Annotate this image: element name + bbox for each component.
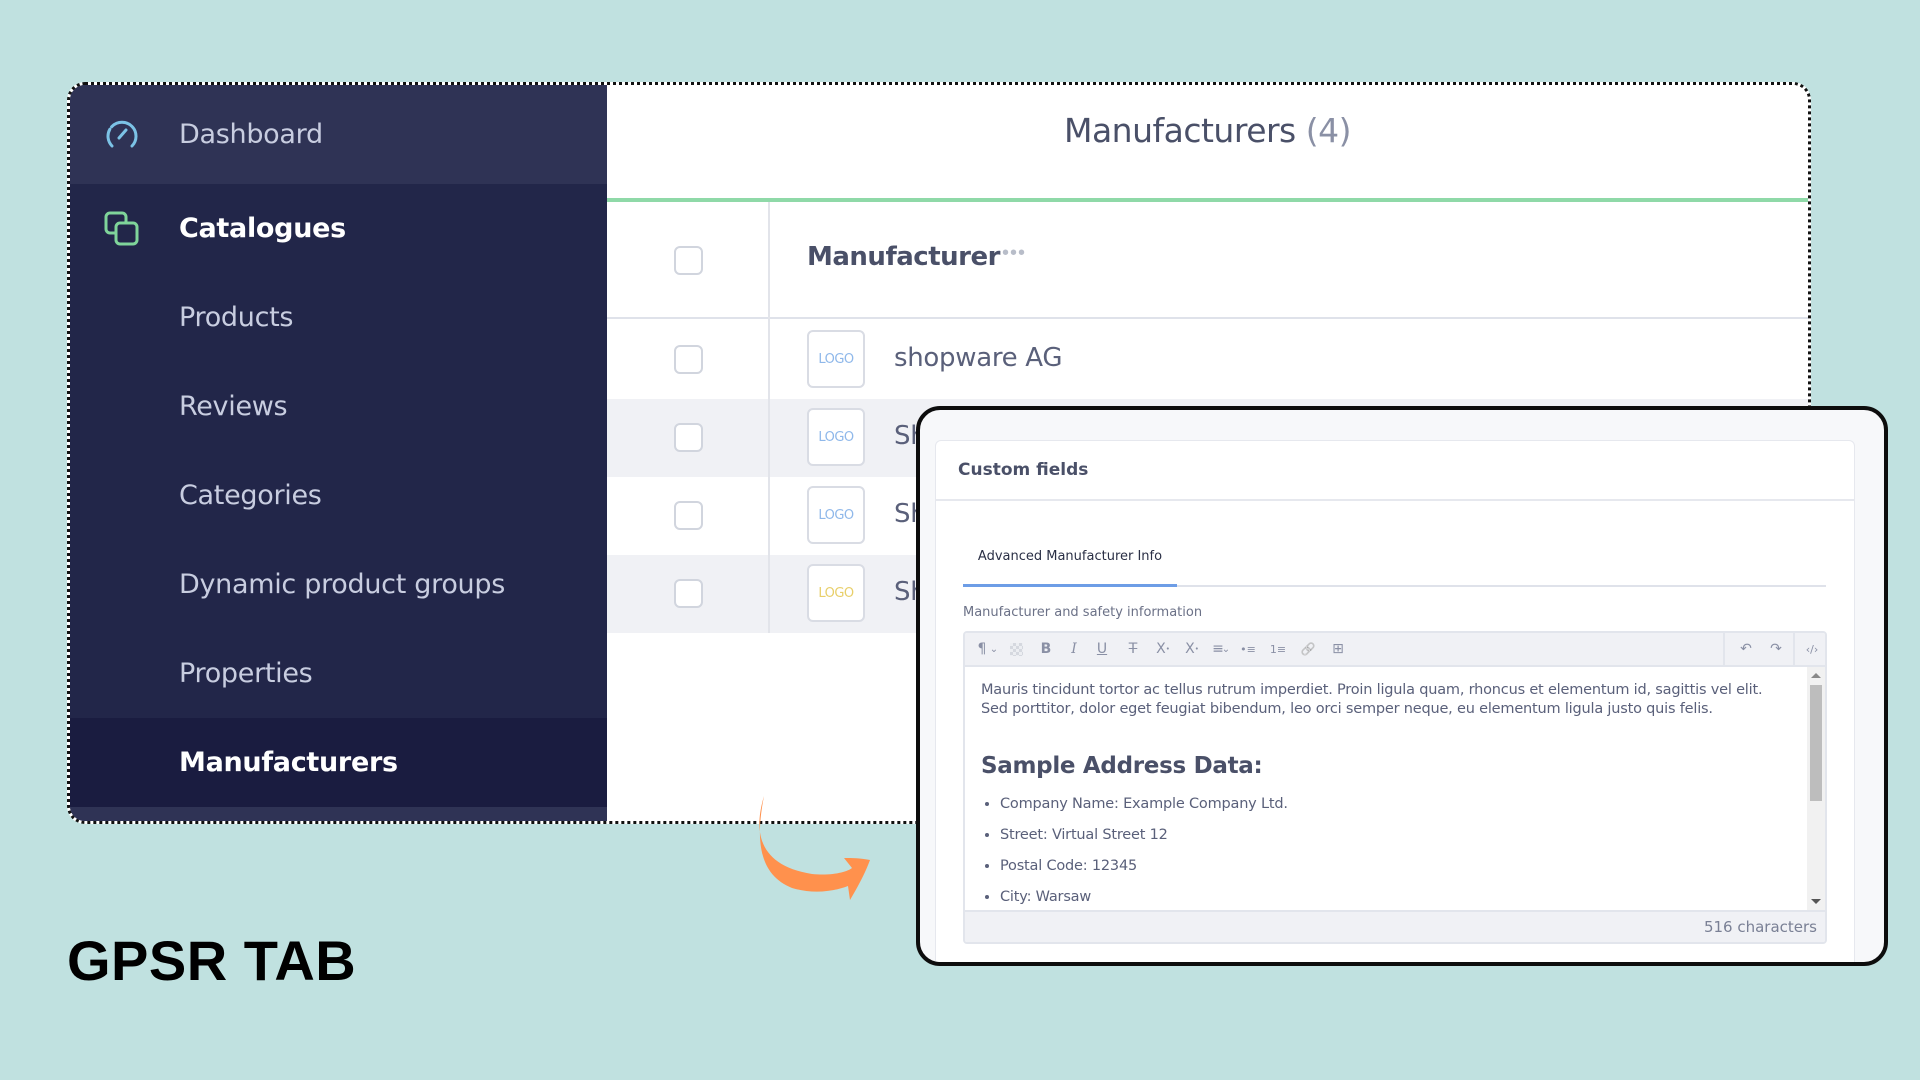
row-checkbox[interactable] xyxy=(674,579,703,608)
sidebar-item-properties[interactable]: Properties xyxy=(70,629,607,718)
character-count: 516 characters xyxy=(965,910,1825,942)
subscript-label: X xyxy=(1185,641,1195,657)
link-icon[interactable]: 🔗 xyxy=(1293,633,1323,665)
manufacturer-logo: LOGO xyxy=(807,330,865,388)
grid-header: Manufacturer ••• xyxy=(607,202,1808,319)
sidebar-item-label: Catalogues xyxy=(179,213,346,244)
text-color-icon[interactable] xyxy=(1001,633,1031,665)
row-checkbox[interactable] xyxy=(674,501,703,530)
superscript-label: X xyxy=(1156,641,1166,657)
manufacturer-name[interactable]: shopware AG xyxy=(894,343,1063,373)
select-all-checkbox[interactable] xyxy=(674,246,703,275)
bold-icon[interactable]: B xyxy=(1031,633,1061,665)
row-checkbox[interactable] xyxy=(674,423,703,452)
tab-advanced-manufacturer-info[interactable]: Advanced Manufacturer Info xyxy=(963,529,1177,587)
list-item: Company Name: Example Company Ltd. xyxy=(1000,789,1791,820)
scroll-down-arrow-icon[interactable] xyxy=(1811,899,1821,904)
sidebar-item-label: Products xyxy=(179,302,294,333)
scroll-thumb[interactable] xyxy=(1810,685,1822,801)
rich-text-editor[interactable]: ¶ ⌄ B I U T X • X • ≡ ⌄ •≡ 1≡ 🔗 ⊞ ↶ ↷ ‹/› xyxy=(963,631,1827,944)
bullet-list-icon[interactable]: •≡ xyxy=(1233,633,1263,665)
manufacturer-logo: LOGO xyxy=(807,408,865,466)
sidebar-item-label: Manufacturers xyxy=(179,747,398,778)
scroll-up-arrow-icon[interactable] xyxy=(1811,673,1821,678)
sidebar-item-products[interactable]: Products xyxy=(70,273,607,362)
sidebar: Dashboard Catalogues Products Reviews Ca… xyxy=(70,85,607,821)
manufacturer-logo: LOGO xyxy=(807,486,865,544)
underline-icon[interactable]: U xyxy=(1087,633,1117,665)
field-label: Manufacturer and safety information xyxy=(963,605,1203,620)
column-header-manufacturer[interactable]: Manufacturer xyxy=(807,242,1000,272)
italic-icon[interactable]: I xyxy=(1059,633,1089,665)
sidebar-item-reviews[interactable]: Reviews xyxy=(70,362,607,451)
list-item: City: Warsaw xyxy=(1000,882,1791,910)
logo-text: LOGO xyxy=(818,351,854,367)
sidebar-item-label: Reviews xyxy=(179,391,288,422)
catalogue-icon xyxy=(104,211,139,245)
manufacturer-logo: LOGO xyxy=(807,564,865,622)
list-item: Street: Virtual Street 12 xyxy=(1000,820,1791,851)
list-item: Postal Code: 12345 xyxy=(1000,851,1791,882)
redo-icon[interactable]: ↷ xyxy=(1761,633,1791,665)
speedometer-icon xyxy=(106,120,138,147)
editor-scrollbar[interactable] xyxy=(1807,667,1825,910)
content-heading: Sample Address Data: xyxy=(981,753,1263,779)
logo-text: LOGO xyxy=(818,429,854,445)
sidebar-item-label: Dashboard xyxy=(179,119,323,150)
editor-toolbar: ¶ ⌄ B I U T X • X • ≡ ⌄ •≡ 1≡ 🔗 ⊞ ↶ ↷ ‹/› xyxy=(965,633,1825,667)
page-title-count: (4) xyxy=(1305,111,1352,150)
undo-icon[interactable]: ↶ xyxy=(1731,633,1761,665)
sidebar-item-dynamic-product-groups[interactable]: Dynamic product groups xyxy=(70,540,607,629)
caption-title: GPSR TAB xyxy=(67,929,357,992)
sidebar-item-catalogues[interactable]: Catalogues xyxy=(70,184,607,273)
address-list: Company Name: Example Company Ltd. Stree… xyxy=(981,789,1791,910)
table-icon[interactable]: ⊞ xyxy=(1323,633,1353,665)
editor-content[interactable]: Mauris tincidunt tortor ac tellus rutrum… xyxy=(965,667,1807,910)
custom-fields-panel: Custom fields Advanced Manufacturer Info… xyxy=(916,406,1888,966)
chevron-down-icon[interactable]: ⌄ xyxy=(1219,633,1233,665)
page-title-text: Manufacturers xyxy=(1063,111,1296,150)
toolbar-separator xyxy=(1793,633,1795,665)
curved-arrow-icon xyxy=(759,796,870,900)
logo-text: LOGO xyxy=(818,585,854,601)
page-title: Manufacturers (4) xyxy=(607,111,1808,150)
column-menu-icon[interactable]: ••• xyxy=(1002,242,1026,265)
sidebar-footer xyxy=(70,807,607,821)
chevron-down-icon[interactable]: ⌄ xyxy=(987,633,1001,665)
custom-fields-title: Custom fields xyxy=(936,441,1854,501)
sidebar-item-categories[interactable]: Categories xyxy=(70,451,607,540)
content-paragraph: Mauris tincidunt tortor ac tellus rutrum… xyxy=(981,682,1763,717)
numbered-list-icon[interactable]: 1≡ xyxy=(1263,633,1293,665)
sidebar-item-label: Categories xyxy=(179,480,322,511)
sidebar-item-manufacturers[interactable]: Manufacturers xyxy=(70,718,607,807)
strikethrough-icon[interactable]: T xyxy=(1118,633,1148,665)
column-divider xyxy=(768,202,770,633)
sidebar-item-label: Dynamic product groups xyxy=(179,569,505,600)
custom-fields-card: Custom fields Advanced Manufacturer Info… xyxy=(935,440,1855,962)
code-view-icon[interactable]: ‹/› xyxy=(1797,633,1825,665)
custom-fields-tabs: Advanced Manufacturer Info xyxy=(963,529,1826,587)
toolbar-separator xyxy=(1723,633,1725,665)
superscript-icon[interactable]: X • xyxy=(1148,633,1178,665)
row-checkbox[interactable] xyxy=(674,345,703,374)
logo-text: LOGO xyxy=(818,507,854,523)
table-row[interactable]: LOGO shopware AG xyxy=(607,321,1808,399)
sidebar-item-label: Properties xyxy=(179,658,313,689)
sidebar-item-dashboard[interactable]: Dashboard xyxy=(70,85,607,184)
